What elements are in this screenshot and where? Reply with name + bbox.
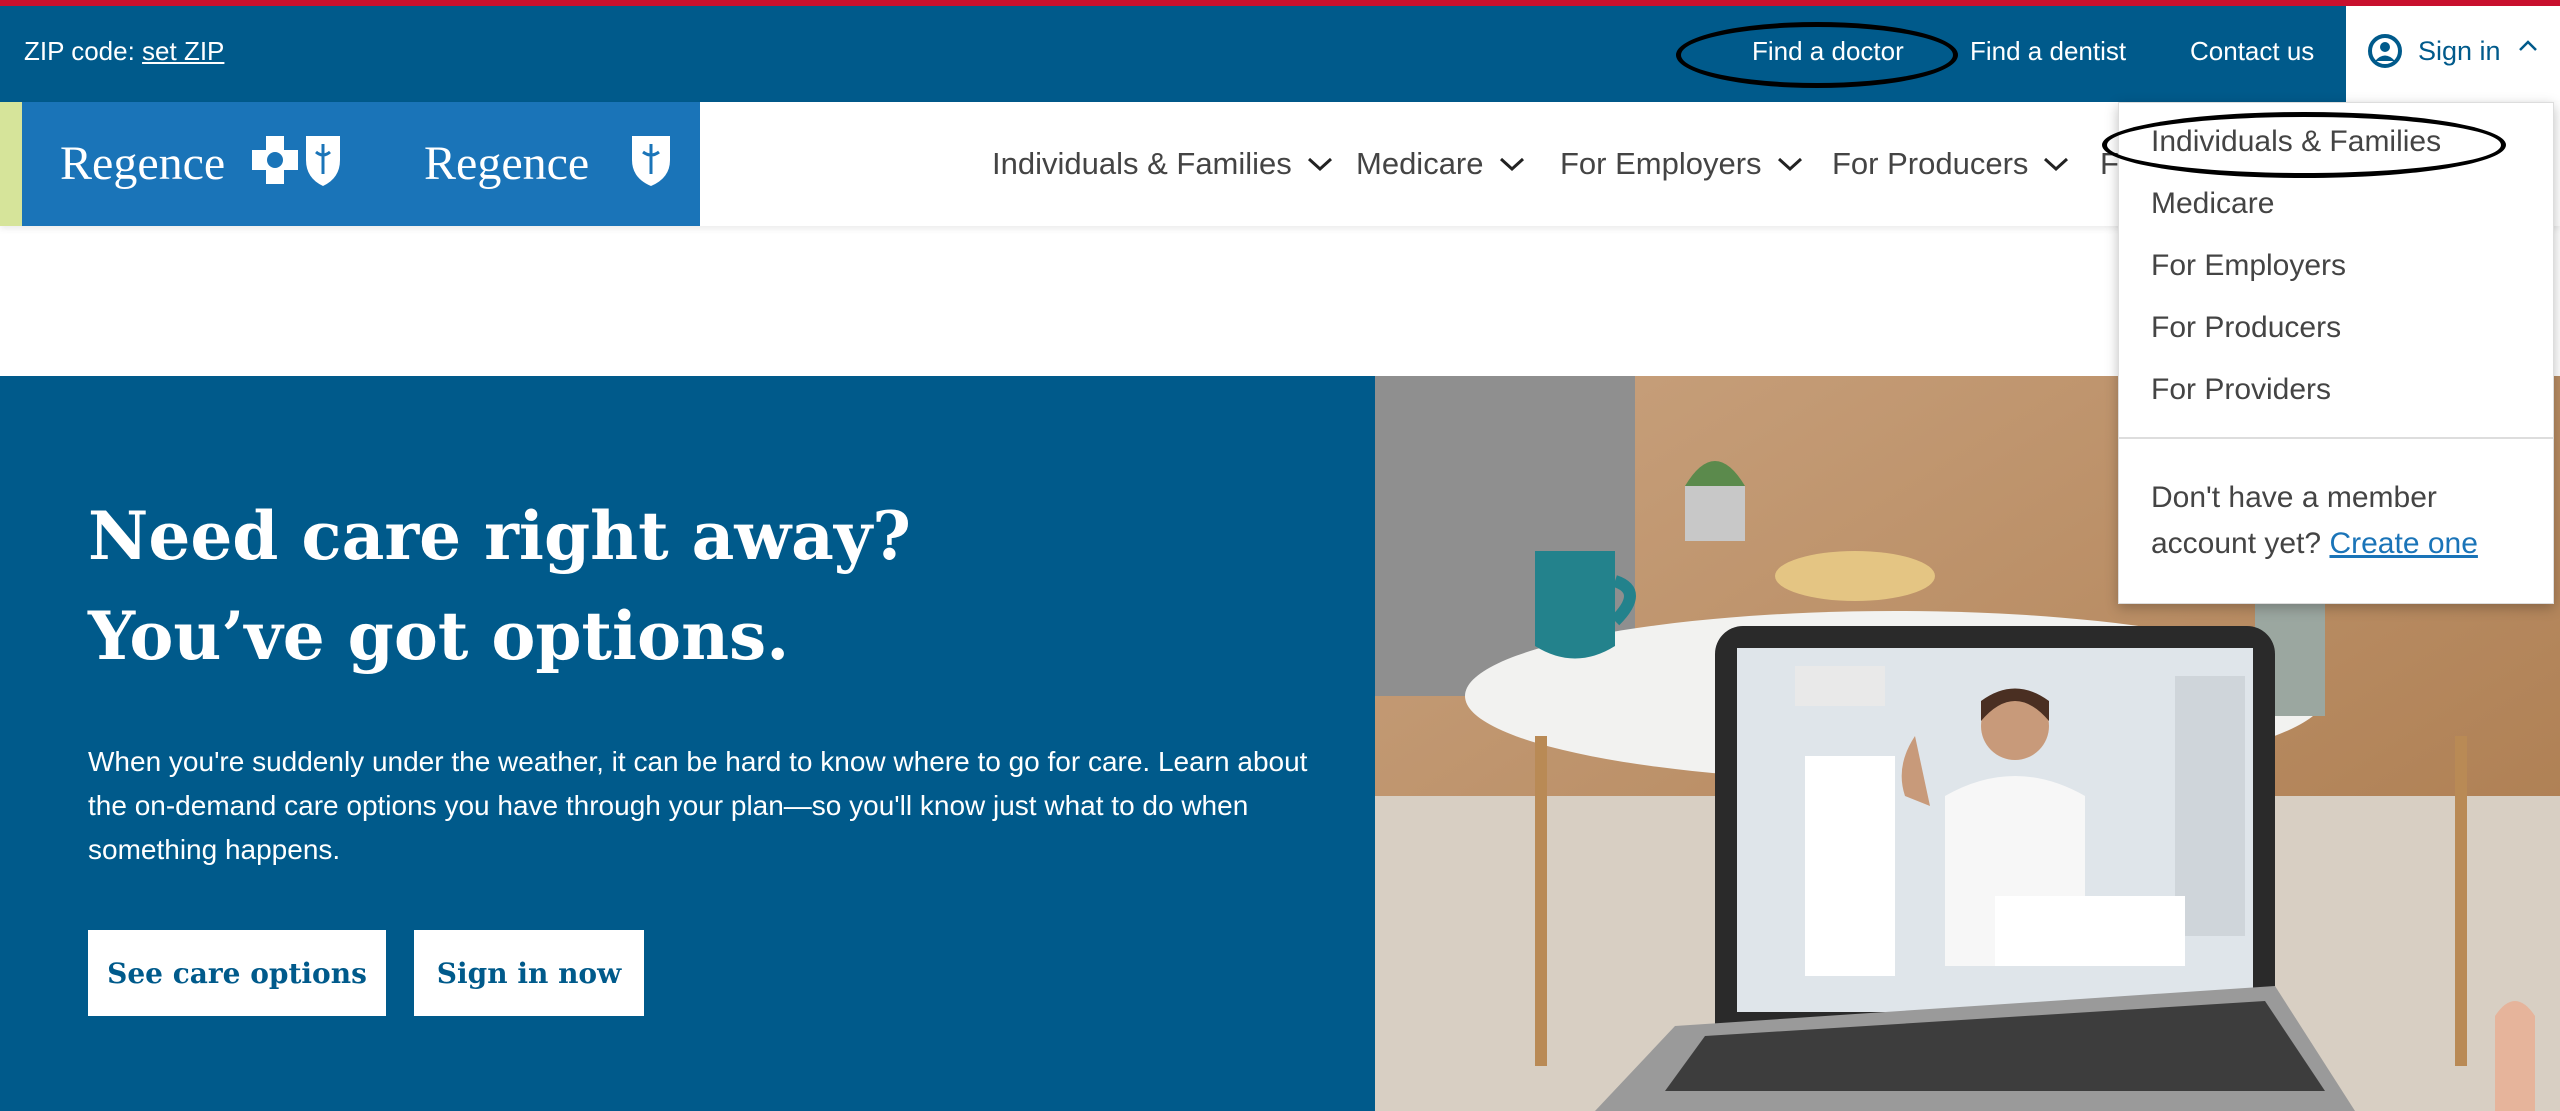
find-a-dentist-link[interactable]: Find a dentist <box>1970 36 2126 67</box>
dropdown-divider <box>2119 437 2553 439</box>
find-a-doctor-link[interactable]: Find a doctor <box>1752 36 1904 67</box>
utility-bar: ZIP code: set ZIP Find a doctor Find a d… <box>0 6 2560 102</box>
dropdown-item-for-producers[interactable]: For Producers <box>2151 311 2341 345</box>
nav-label: Medicare <box>1356 146 1484 181</box>
zip-label: ZIP code: <box>24 36 135 66</box>
chevron-down-icon <box>1307 157 1332 172</box>
create-account-note: Don't have a member account yet? Create … <box>2151 475 2531 567</box>
nav-label: F <box>2100 146 2119 181</box>
set-zip-link[interactable]: set ZIP <box>142 36 224 66</box>
regence-logo-text: Regence <box>60 137 226 190</box>
chevron-down-icon <box>1777 157 1802 172</box>
nav-medicare[interactable]: Medicare <box>1356 146 1526 182</box>
accent-strip <box>0 102 22 226</box>
dropdown-item-medicare[interactable]: Medicare <box>2151 187 2274 221</box>
shield-logo-icon <box>632 136 670 186</box>
nav-label: For Employers <box>1560 146 1762 181</box>
sign-in-now-button[interactable]: Sign in now <box>414 930 644 1016</box>
hero-body: When you're suddenly under the weather, … <box>88 746 1308 865</box>
chevron-down-icon <box>2044 157 2069 172</box>
hero-section: Need care right away? You’ve got options… <box>0 376 1375 1111</box>
nav-label: For Producers <box>1832 146 2029 181</box>
create-account-link[interactable]: Create one <box>2329 527 2477 560</box>
sign-in-button[interactable]: Sign in <box>2346 6 2560 102</box>
sign-in-dropdown: Individuals & Families Medicare For Empl… <box>2118 102 2554 604</box>
see-care-options-button[interactable]: See care options <box>88 930 386 1016</box>
user-icon <box>2368 34 2402 68</box>
nav-for-employers[interactable]: For Employers <box>1560 146 1804 182</box>
dropdown-item-individuals-families[interactable]: Individuals & Families <box>2151 125 2441 159</box>
regence-logo-text-2: Regence <box>424 137 590 190</box>
hero-title-line2: You’ve got options. <box>88 597 790 675</box>
dropdown-item-for-employers[interactable]: For Employers <box>2151 249 2346 283</box>
contact-us-link[interactable]: Contact us <box>2190 36 2314 67</box>
zip-code: ZIP code: set ZIP <box>24 36 224 67</box>
nav-for-providers[interactable]: F <box>2100 146 2119 182</box>
chevron-up-icon <box>2519 40 2537 51</box>
dropdown-item-for-providers[interactable]: For Providers <box>2151 373 2331 407</box>
nav-for-producers[interactable]: For Producers <box>1832 146 2070 182</box>
cross-shield-logo-icon <box>252 136 340 186</box>
sign-in-label: Sign in <box>2418 36 2501 66</box>
nav-individuals-families[interactable]: Individuals & Families <box>992 146 1334 182</box>
hero-title: Need care right away? You’ve got options… <box>88 486 1288 686</box>
logo-block[interactable]: Regence Regence <box>22 102 700 226</box>
nav-label: Individuals & Families <box>992 146 1292 181</box>
hero-title-line1: Need care right away? <box>88 497 911 575</box>
chevron-down-icon <box>1499 157 1524 172</box>
